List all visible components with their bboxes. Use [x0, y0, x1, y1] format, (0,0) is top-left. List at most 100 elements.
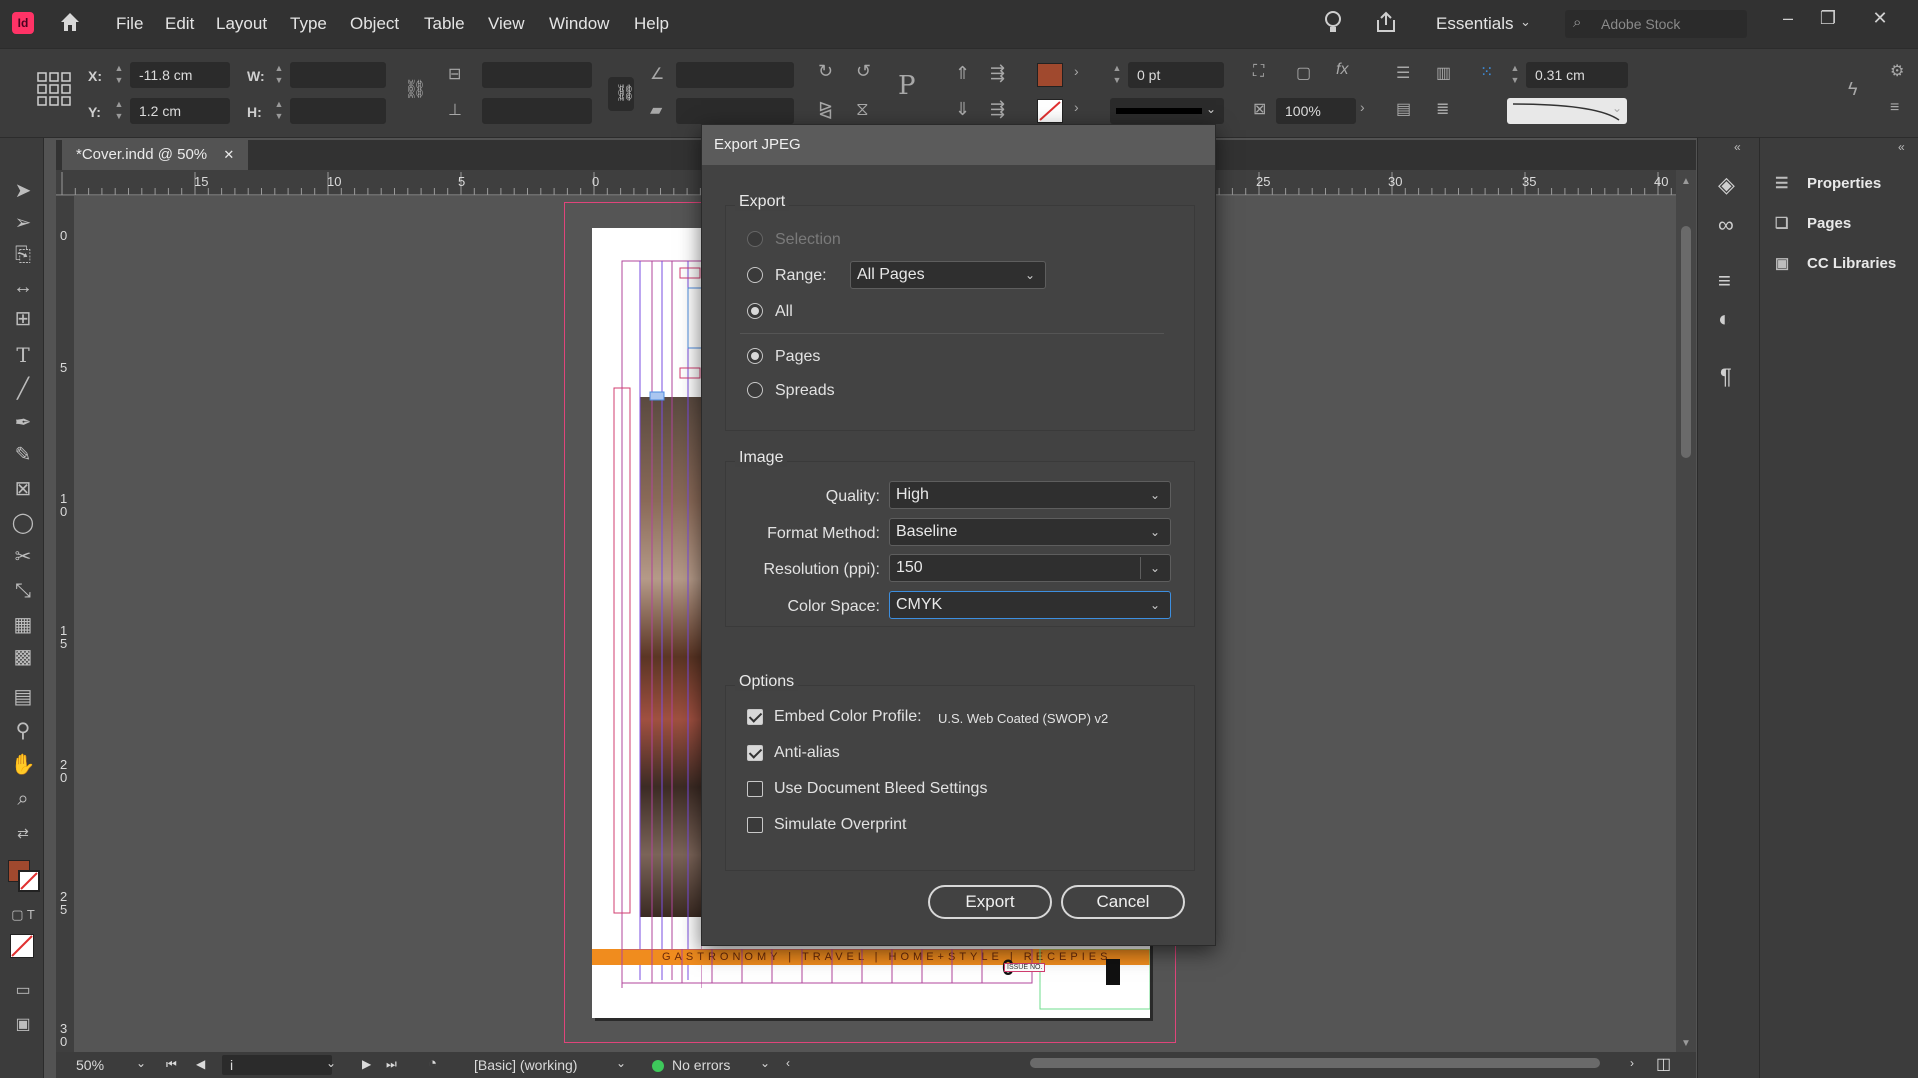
- content-collector-icon[interactable]: ⊞: [10, 306, 36, 332]
- ellipse-tool-icon[interactable]: ◯: [10, 510, 36, 536]
- scroll-up-icon[interactable]: ▲: [1681, 176, 1691, 187]
- embed-color-profile-checkbox[interactable]: [747, 709, 763, 725]
- opacity-arrow-icon[interactable]: ›: [1360, 99, 1365, 115]
- page-number-field[interactable]: i: [222, 1055, 332, 1075]
- anti-alias-checkbox[interactable]: [747, 745, 763, 761]
- type-tool-icon[interactable]: T: [10, 342, 36, 368]
- layers-icon[interactable]: ◈: [1718, 172, 1735, 198]
- h-stepper[interactable]: ▲ ▼: [272, 98, 286, 124]
- issue-number-label[interactable]: ISSUE NO.: [1004, 963, 1046, 972]
- preflight-profile-icon[interactable]: ◔: [428, 1055, 437, 1072]
- last-page-icon[interactable]: ⏭: [386, 1057, 397, 1072]
- close-tab-icon[interactable]: ✕: [223, 147, 234, 162]
- gradient-feather-tool-icon[interactable]: ▩: [10, 644, 36, 670]
- menu-object[interactable]: Object: [350, 14, 399, 34]
- shear-field[interactable]: [676, 98, 794, 124]
- color-space-select[interactable]: CMYK ⌄: [889, 591, 1171, 619]
- opacity-field[interactable]: 100%: [1276, 98, 1356, 124]
- select-content-icon[interactable]: ⇓: [955, 99, 970, 120]
- scroll-left-icon[interactable]: ‹: [786, 1056, 790, 1070]
- adobe-stock-search[interactable]: ⌕ Adobe Stock: [1565, 10, 1747, 38]
- range-radio[interactable]: [747, 267, 763, 283]
- pen-tool-icon[interactable]: ✒: [10, 410, 36, 436]
- reference-point-icon[interactable]: [36, 71, 72, 107]
- stroke-panel-icon[interactable]: ≡: [1718, 268, 1731, 294]
- chevron-down-icon[interactable]: ⌄: [1612, 101, 1622, 115]
- gap-stepper[interactable]: ▲ ▼: [1508, 62, 1522, 88]
- scale-y-field[interactable]: [482, 98, 592, 124]
- h-field[interactable]: [290, 98, 386, 124]
- format-method-select[interactable]: Baseline ⌄: [889, 518, 1171, 546]
- links-icon[interactable]: ∞: [1718, 212, 1734, 238]
- stroke-type-select[interactable]: ⌄: [1110, 98, 1224, 124]
- stroke-weight-field[interactable]: 0 pt: [1128, 62, 1224, 88]
- preview-mode-icon[interactable]: ▣: [10, 1012, 36, 1038]
- pencil-tool-icon[interactable]: ✎: [10, 442, 36, 468]
- menu-file[interactable]: File: [116, 14, 143, 34]
- y-field[interactable]: 1.2 cm: [130, 98, 230, 124]
- panel-menu-icon[interactable]: ≡: [1890, 99, 1899, 117]
- swatches-icon[interactable]: ◐: [1718, 306, 1731, 332]
- pages-radio[interactable]: [747, 348, 763, 364]
- path-type-icon[interactable]: P: [898, 71, 916, 101]
- export-button[interactable]: Export: [928, 885, 1052, 919]
- effects-fx-icon[interactable]: fx: [1336, 61, 1348, 79]
- scissors-tool-icon[interactable]: ✂: [10, 544, 36, 570]
- pages-panel-tab[interactable]: ❏ Pages: [1775, 214, 1851, 232]
- flip-horizontal-icon[interactable]: ⧎: [818, 99, 833, 120]
- close-window-button[interactable]: ✕: [1860, 4, 1900, 32]
- chevron-down-icon[interactable]: ⌄: [616, 1056, 626, 1070]
- wrap-around-icon[interactable]: ▤: [1396, 99, 1411, 119]
- lightbulb-icon[interactable]: [1322, 10, 1344, 36]
- restore-button[interactable]: ❐: [1808, 4, 1848, 32]
- chevron-down-icon[interactable]: ⌄: [1520, 14, 1531, 30]
- gradient-swatch-tool-icon[interactable]: ▦: [10, 612, 36, 638]
- first-page-icon[interactable]: ⏮: [166, 1057, 177, 1072]
- rotation-field[interactable]: [676, 62, 794, 88]
- workspace-switcher[interactable]: Essentials: [1436, 14, 1513, 34]
- collapse-panels-icon[interactable]: «: [1734, 140, 1741, 154]
- preflight-status[interactable]: No errors: [672, 1057, 730, 1073]
- scroll-right-icon[interactable]: ›: [1630, 1056, 1634, 1070]
- free-transform-tool-icon[interactable]: ⤡: [10, 578, 36, 604]
- expand-panels-icon[interactable]: «: [1898, 140, 1905, 154]
- menu-window[interactable]: Window: [549, 14, 609, 34]
- stroke-weight-stepper[interactable]: ▲ ▼: [1110, 62, 1124, 88]
- scale-x-field[interactable]: [482, 62, 592, 88]
- properties-panel-tab[interactable]: ☰ Properties: [1775, 174, 1881, 192]
- menu-layout[interactable]: Layout: [216, 14, 267, 34]
- horizontal-scroll-thumb[interactable]: [1030, 1058, 1600, 1068]
- gap-tool-icon[interactable]: ↔: [10, 274, 36, 300]
- preflight-profile-label[interactable]: [Basic] (working): [474, 1057, 577, 1073]
- zoom-level[interactable]: 50%: [76, 1057, 104, 1073]
- fill-swatch[interactable]: [1037, 63, 1063, 87]
- chevron-down-icon[interactable]: ⌄: [136, 1056, 146, 1070]
- stroke-color-box[interactable]: [18, 870, 40, 892]
- resolution-combo[interactable]: 150 ⌄: [889, 554, 1171, 582]
- menu-table[interactable]: Table: [424, 14, 465, 34]
- stroke-swatch[interactable]: [1037, 99, 1063, 123]
- w-field[interactable]: [290, 62, 386, 88]
- content-fit-icon[interactable]: ▢: [1296, 63, 1311, 83]
- simulate-overprint-checkbox[interactable]: [747, 817, 763, 833]
- split-window-icon[interactable]: ◫: [1656, 1054, 1671, 1074]
- eyedropper-tool-icon[interactable]: ⚲: [10, 718, 36, 744]
- minimize-button[interactable]: –: [1768, 4, 1808, 32]
- corner-shape-select[interactable]: [1507, 98, 1627, 124]
- frame-fitting-icon[interactable]: ⛶: [1253, 63, 1264, 81]
- swap-fill-stroke-icon[interactable]: ⇄: [10, 820, 36, 846]
- gap-field[interactable]: 0.31 cm: [1526, 62, 1628, 88]
- screen-mode-icon[interactable]: ▭: [10, 978, 36, 1004]
- line-tool-icon[interactable]: ╱: [10, 376, 36, 402]
- menu-help[interactable]: Help: [634, 14, 669, 34]
- auto-fit-icon[interactable]: ⁙: [1480, 62, 1493, 82]
- scroll-down-icon[interactable]: ▼: [1681, 1038, 1691, 1049]
- scale-link-button[interactable]: ⛓: [608, 77, 635, 111]
- select-next-icon[interactable]: ⇶: [990, 63, 1005, 84]
- hand-tool-icon[interactable]: ✋: [10, 752, 36, 778]
- chevron-down-icon[interactable]: ⌄: [326, 1056, 336, 1070]
- select-container-icon[interactable]: ⇑: [955, 63, 970, 84]
- stroke-arrow-icon[interactable]: ›: [1074, 99, 1079, 115]
- chevron-down-icon[interactable]: ⌄: [760, 1056, 770, 1070]
- selection-tool-icon[interactable]: ➤: [10, 178, 36, 204]
